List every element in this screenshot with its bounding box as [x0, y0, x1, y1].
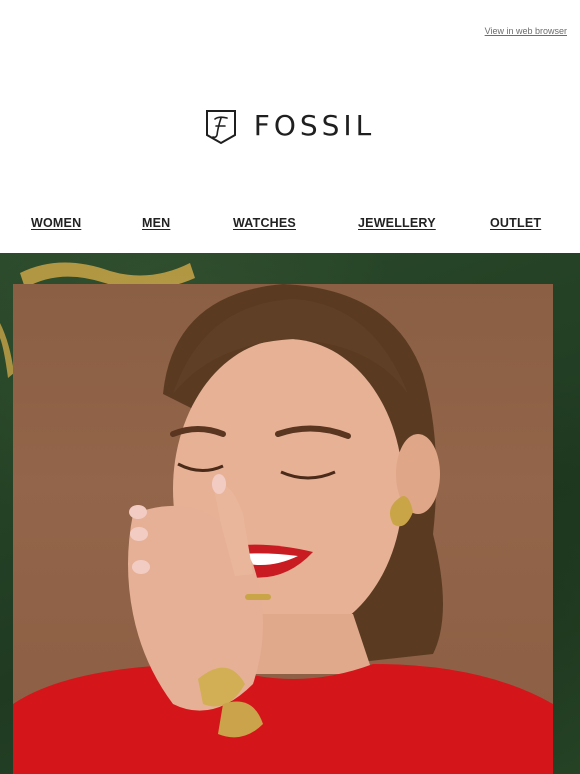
fossil-logo[interactable]: FOSSIL: [0, 106, 580, 146]
nav-item-jewellery[interactable]: JEWELLERY: [358, 216, 436, 230]
nav-item-men[interactable]: MEN: [142, 216, 170, 230]
model-photo: [13, 284, 553, 774]
nav-item-women[interactable]: WOMEN: [31, 216, 81, 230]
nav-item-outlet[interactable]: OUTLET: [490, 216, 541, 230]
email-page: View in web browser FOSSIL WOMEN MEN WAT…: [0, 0, 580, 774]
hero-banner[interactable]: [0, 253, 580, 774]
main-nav: WOMEN MEN WATCHES JEWELLERY OUTLET: [0, 216, 580, 234]
view-in-browser-link[interactable]: View in web browser: [485, 26, 567, 36]
model-illustration: [13, 284, 553, 774]
fossil-f-icon: [205, 110, 236, 145]
brand-name: FOSSIL: [253, 109, 376, 142]
nav-item-watches[interactable]: WATCHES: [233, 216, 296, 230]
